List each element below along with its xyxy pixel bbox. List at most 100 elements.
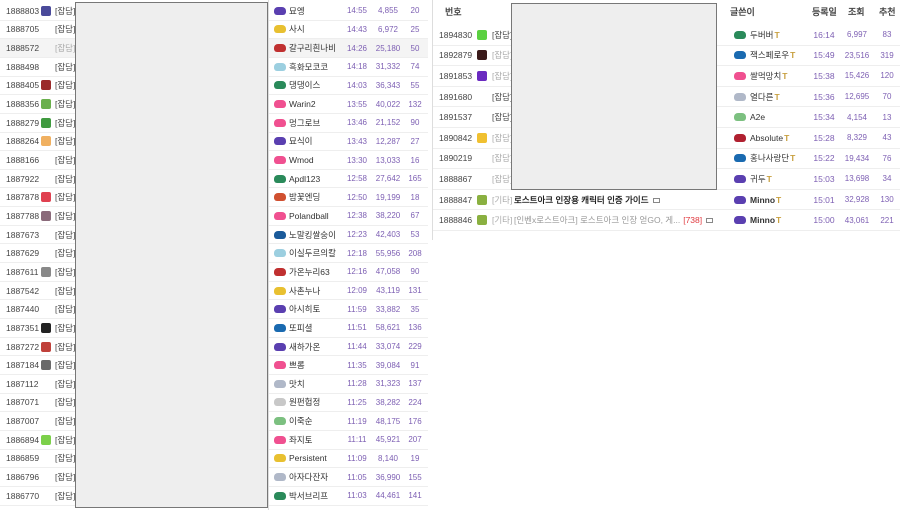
- writer-name[interactable]: 잭스페로우T: [750, 49, 795, 61]
- category-tag[interactable]: [잡담]: [492, 91, 512, 103]
- category-tag[interactable]: [잡담]: [55, 303, 75, 315]
- writer-name-text[interactable]: 귀두: [750, 174, 766, 184]
- category-tag[interactable]: [잡담]: [55, 173, 75, 185]
- post-row[interactable]: 밤꽃엔딩 12:50 19,199 18: [269, 189, 428, 208]
- category-tag[interactable]: [잡담]: [55, 490, 75, 502]
- writer-name[interactable]: 멍그로브: [289, 117, 320, 129]
- category-tag[interactable]: [잡담]: [55, 415, 75, 427]
- category-tag[interactable]: [잡담]: [492, 132, 512, 144]
- category-tag[interactable]: [잡담]: [55, 341, 75, 353]
- writer-name-text[interactable]: A2e: [750, 112, 765, 122]
- post-row[interactable]: Warin2 13:55 40,022 132: [269, 95, 428, 114]
- writer-name[interactable]: 열다른T: [750, 91, 780, 103]
- post-row[interactable]: 새하가온 11:44 33,074 229: [269, 338, 428, 357]
- category-tag[interactable]: [잡담]: [55, 452, 75, 464]
- category-tag[interactable]: [잡담]: [55, 285, 75, 297]
- category-tag[interactable]: [잡담]: [55, 378, 75, 390]
- category-tag[interactable]: [잡담]: [492, 49, 512, 61]
- post-row[interactable]: 노말킹쌀숭이 12:23 42,403 53: [269, 226, 428, 245]
- category-tag[interactable]: [잡담]: [55, 229, 75, 241]
- writer-name[interactable]: 원펀헙정: [289, 396, 320, 408]
- category-tag[interactable]: [잡담]: [55, 191, 75, 203]
- category-tag[interactable]: [잡담]: [55, 154, 75, 166]
- post-row[interactable]: 묘엥 14:55 4,855 20: [269, 2, 428, 21]
- writer-name[interactable]: 새하가온: [289, 341, 320, 353]
- post-row[interactable]: 좌지토 11:11 45,921 207: [269, 431, 428, 450]
- writer-name-text[interactable]: 두버버: [750, 30, 773, 40]
- writer-name[interactable]: 사촌누나: [289, 285, 320, 297]
- category-tag[interactable]: [잡담]: [55, 266, 75, 278]
- category-tag[interactable]: [잡담]: [55, 247, 75, 259]
- post-row[interactable]: 사시 14:43 6,972 25: [269, 21, 428, 40]
- category-tag[interactable]: [잡담]: [492, 173, 512, 185]
- category-tag[interactable]: [잡담]: [55, 42, 75, 54]
- writer-name-text[interactable]: Minno: [750, 215, 775, 225]
- post-title-text[interactable]: [인벤x로스트아크] 로스트아크 인장 얻GO, 게...: [514, 215, 680, 225]
- writer-name[interactable]: A2e: [750, 112, 765, 122]
- post-row[interactable]: 이실두르의칼 12:18 55,956 208: [269, 244, 428, 264]
- writer-name[interactable]: 쌀먹망치T: [750, 70, 787, 82]
- post-title-text[interactable]: 로스트아크 인장용 캐릭터 인증 가이드: [514, 195, 649, 205]
- post-row[interactable]: 아자다잔자 11:05 36,990 155: [269, 468, 428, 487]
- writer-name[interactable]: 홍나사랑단T: [750, 152, 795, 164]
- post-row[interactable]: 아시히토 11:59 33,882 35: [269, 300, 428, 320]
- post-row[interactable]: 사촌누나 12:09 43,119 131: [269, 282, 428, 301]
- writer-name[interactable]: 박서브리프: [289, 490, 328, 502]
- writer-name[interactable]: 쁘롬: [289, 359, 305, 371]
- post-row[interactable]: Wmod 13:30 13,033 16: [269, 151, 428, 170]
- post-row[interactable]: Persistent 11:09 8,140 19: [269, 450, 428, 469]
- category-tag[interactable]: [잡담]: [55, 359, 75, 371]
- writer-name[interactable]: 좌지토: [289, 434, 312, 446]
- writer-name-text[interactable]: 열다른: [750, 92, 773, 102]
- post-row[interactable]: Apdl123 12:58 27,642 165: [269, 170, 428, 189]
- category-tag[interactable]: [잡담]: [55, 396, 75, 408]
- post-row[interactable]: 가온누리63 12:16 47,058 90: [269, 263, 428, 282]
- writer-name[interactable]: 흑화모코코: [289, 61, 328, 73]
- writer-name[interactable]: MinnoT: [750, 195, 781, 205]
- writer-name-text[interactable]: 홍나사랑단: [750, 153, 789, 163]
- category-tag[interactable]: [잡담]: [492, 111, 512, 123]
- category-tag[interactable]: [기타]: [492, 194, 512, 206]
- category-tag[interactable]: [잡담]: [492, 29, 512, 41]
- category-tag[interactable]: [잡담]: [55, 98, 75, 110]
- post-title[interactable]: [인벤x로스트아크] 로스트아크 인장 얻GO, 게... [738]: [514, 214, 714, 226]
- writer-name[interactable]: 두버버T: [750, 29, 780, 41]
- category-tag[interactable]: [잡담]: [55, 117, 75, 129]
- post-row[interactable]: 원펀헙정 11:25 38,282 224: [269, 394, 428, 413]
- writer-name[interactable]: Persistent: [289, 453, 327, 463]
- post-row[interactable]: 박서브리프 11:03 44,461 141: [269, 487, 428, 506]
- writer-name[interactable]: 귀두T: [750, 173, 772, 185]
- post-row[interactable]: 흑화모코코 14:18 31,332 74: [269, 58, 428, 77]
- writer-name[interactable]: 갈구리흰나비: [289, 42, 336, 54]
- post-row[interactable]: 맛치 11:28 31,323 137: [269, 375, 428, 394]
- writer-name[interactable]: Apdl123: [289, 174, 320, 184]
- post-title[interactable]: 로스트아크 인장용 캐릭터 인증 가이드: [514, 194, 660, 206]
- writer-name[interactable]: 묘식이: [289, 135, 312, 147]
- writer-name[interactable]: Warin2: [289, 99, 316, 109]
- writer-name-text[interactable]: Absolute: [750, 133, 783, 143]
- post-row[interactable]: 멍그로브 13:46 21,152 90: [269, 114, 428, 133]
- writer-name[interactable]: Polandball: [289, 211, 329, 221]
- category-tag[interactable]: [잡담]: [55, 471, 75, 483]
- writer-name[interactable]: AbsoluteT: [750, 133, 789, 143]
- category-tag[interactable]: [잡담]: [55, 79, 75, 91]
- writer-name[interactable]: MinnoT: [750, 215, 781, 225]
- category-tag[interactable]: [잡담]: [492, 70, 512, 82]
- post-row[interactable]: Polandball 12:38 38,220 67: [269, 207, 428, 226]
- post-row[interactable]: 또피셜 11:51 58,621 136: [269, 319, 428, 338]
- writer-name-text[interactable]: 잭스페로우: [750, 50, 789, 60]
- post-row[interactable]: 쁘롬 11:35 39,084 91: [269, 356, 428, 375]
- writer-name[interactable]: 노말킹쌀숭이: [289, 229, 336, 241]
- category-tag[interactable]: [잡담]: [55, 135, 75, 147]
- post-row[interactable]: 묘식이 13:43 12,287 27: [269, 133, 428, 152]
- comment-count[interactable]: [738]: [683, 215, 702, 225]
- post-row[interactable]: 갈구리흰나비 14:26 25,180 50: [269, 39, 428, 58]
- writer-name[interactable]: 밤꽃엔딩: [289, 191, 320, 203]
- category-tag[interactable]: [기타]: [492, 214, 512, 226]
- category-tag[interactable]: [잡담]: [492, 152, 512, 164]
- category-tag[interactable]: [잡담]: [55, 23, 75, 35]
- post-row[interactable]: 1888846 [기타] [인벤x로스트아크] 로스트아크 인장 얻GO, 게...…: [433, 210, 900, 231]
- writer-name[interactable]: 이죽순: [289, 415, 312, 427]
- category-tag[interactable]: [잡담]: [55, 322, 75, 334]
- post-row[interactable]: 댕댕이스 14:03 36,343 55: [269, 77, 428, 96]
